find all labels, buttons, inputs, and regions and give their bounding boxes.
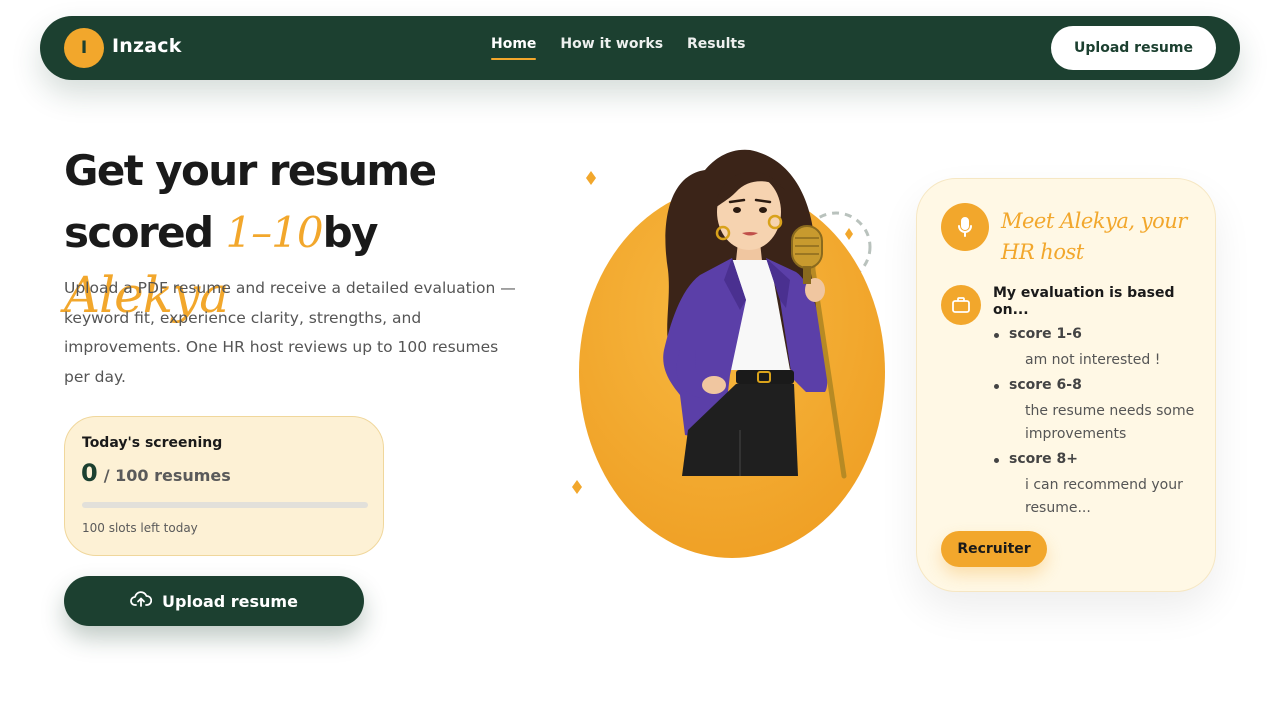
- top-nav: I Inzack Home How it works Results Uploa…: [40, 16, 1240, 80]
- hero-title-range: 1–10: [225, 208, 323, 257]
- hero-title-scored: scored: [64, 208, 226, 257]
- screening-count-total: / 100 resumes: [103, 466, 231, 485]
- screening-stats-card: Today's screening 0 / 100 resumes 100 sl…: [64, 416, 384, 556]
- header-upload-resume-button[interactable]: Upload resume: [1051, 26, 1216, 70]
- score-list: score 1-6 am not interested ! score 6-8 …: [993, 325, 1203, 524]
- screening-progress-bar: [82, 502, 368, 508]
- score-description: am not interested !: [1025, 352, 1161, 368]
- score-item: score 6-8 the resume needs some improvem…: [993, 376, 1203, 446]
- hero-title-line1: Get your resume: [64, 146, 437, 195]
- nav-links: Home How it works Results: [491, 36, 745, 60]
- briefcase-icon: [941, 285, 981, 325]
- screening-count: 0 / 100 resumes: [81, 459, 231, 487]
- score-description: i can recommend your resume...: [1025, 477, 1183, 516]
- evaluation-title: My evaluation is based on...: [993, 285, 1175, 318]
- score-range: score 6-8: [1009, 377, 1082, 393]
- recruiter-button[interactable]: Recruiter: [941, 531, 1047, 567]
- cloud-upload-icon: [130, 590, 153, 612]
- logo-badge[interactable]: I: [64, 28, 104, 68]
- score-range: score 1-6: [1009, 326, 1082, 342]
- score-description: the resume needs some improvements: [1025, 403, 1195, 442]
- score-item: score 8+ i can recommend your resume...: [993, 450, 1203, 520]
- sparkle-shape: [586, 171, 596, 185]
- microphone: [791, 225, 823, 269]
- hero-upload-resume-button[interactable]: Upload resume: [64, 576, 364, 626]
- brand-name[interactable]: Inzack: [112, 35, 182, 57]
- hero-title-by: by: [322, 208, 379, 257]
- nav-how-it-works-link[interactable]: How it works: [560, 36, 663, 58]
- hr-host-illustration: [560, 130, 900, 570]
- nav-home-link[interactable]: Home: [491, 36, 537, 60]
- microphone-icon: [941, 203, 989, 251]
- hero-description: Upload a PDF resume and receive a detail…: [64, 279, 516, 386]
- sparkle-shape: [845, 228, 853, 240]
- score-range: score 8+: [1009, 451, 1078, 467]
- hr-host-card: Meet Alekya, your HR host My evaluation …: [916, 178, 1216, 592]
- screening-label: Today's screening: [82, 435, 223, 451]
- host-card-title: Meet Alekya, your HR host: [1001, 209, 1187, 264]
- score-item: score 1-6 am not interested !: [993, 325, 1203, 372]
- sparkle-shape: [572, 480, 582, 494]
- hero-upload-resume-label: Upload resume: [162, 591, 298, 611]
- slots-left-note: 100 slots left today: [82, 521, 198, 535]
- nav-results-link[interactable]: Results: [687, 36, 745, 58]
- screening-count-value: 0: [81, 459, 98, 487]
